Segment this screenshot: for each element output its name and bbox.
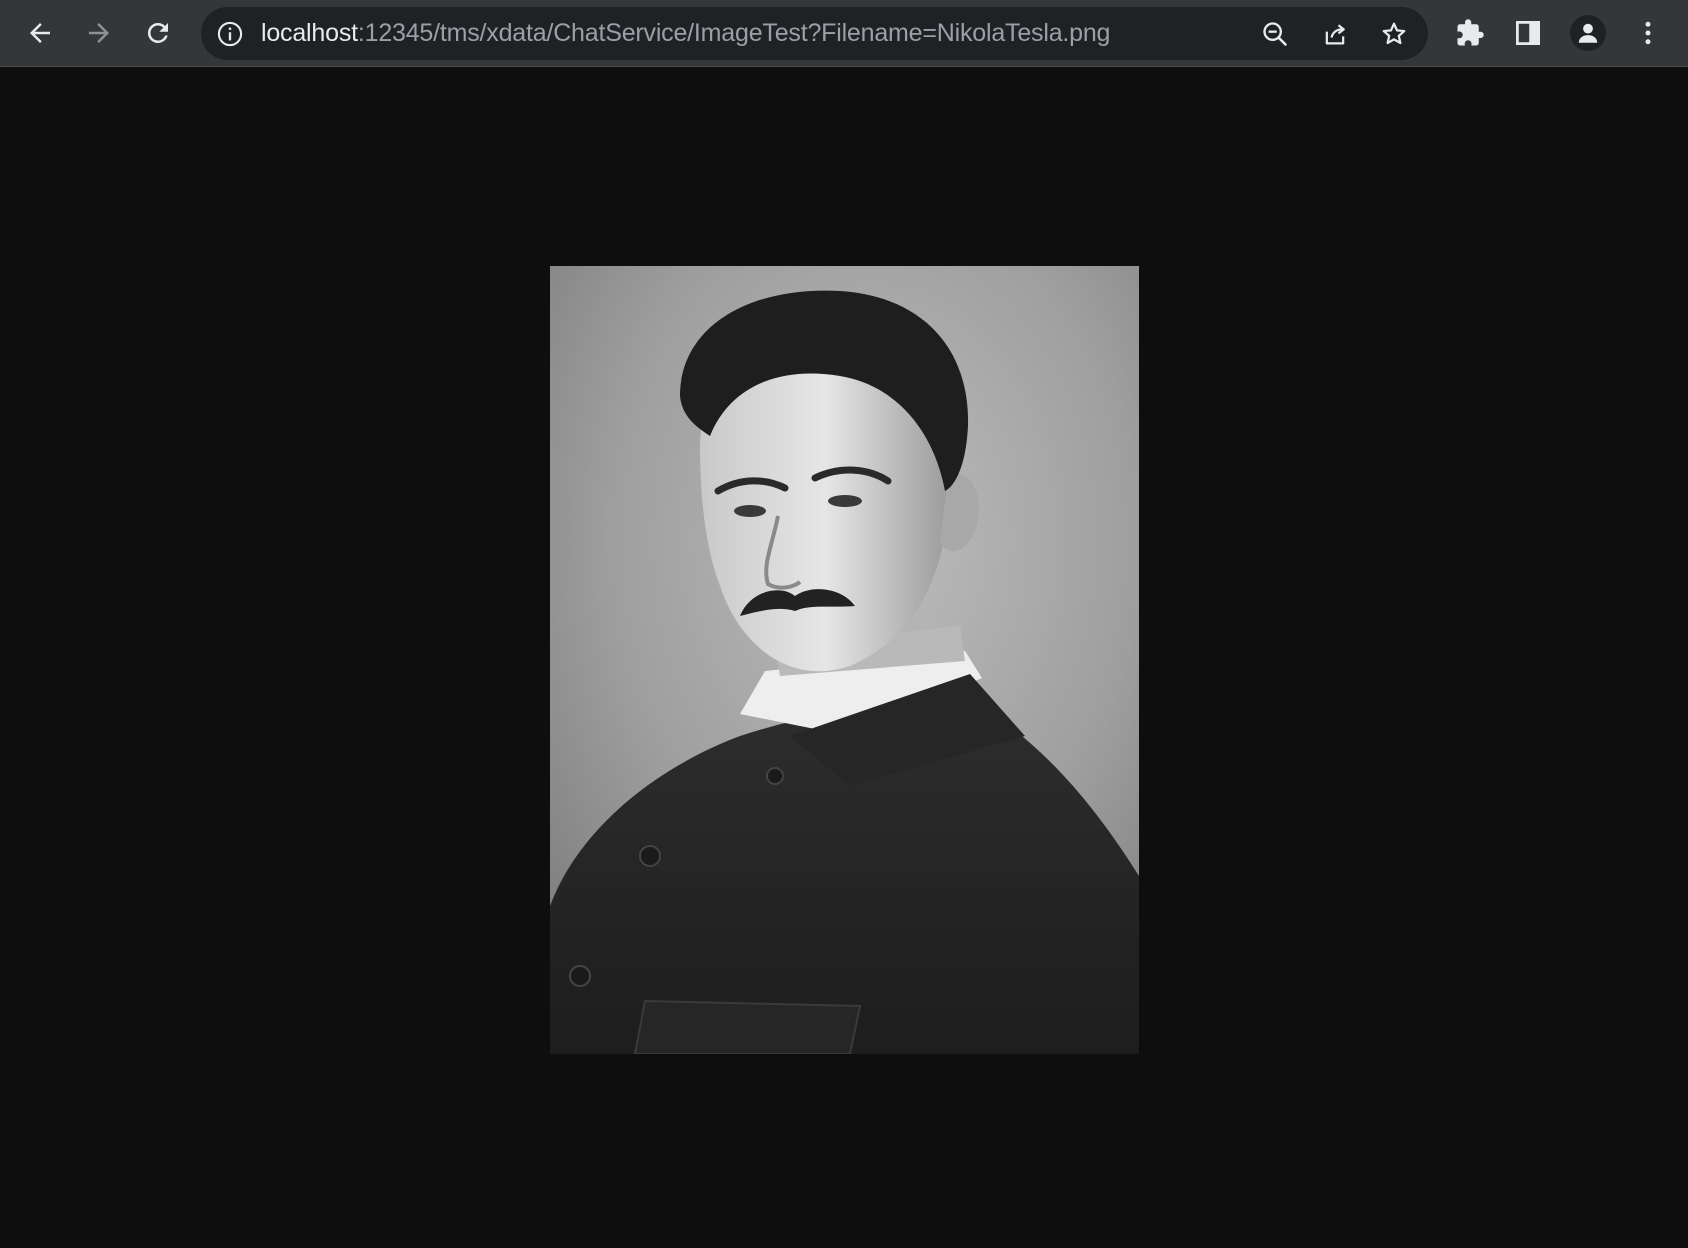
forward-button[interactable] [75,9,123,57]
share-button[interactable] [1316,15,1354,53]
browser-toolbar: localhost:12345/tms/xdata/ChatService/Im… [0,0,1688,67]
side-panel-icon [1516,21,1540,45]
star-icon [1382,22,1406,45]
portrait-image[interactable] [550,266,1139,1054]
page-content [0,67,1688,1248]
arrow-left-icon [30,23,50,43]
url-path: :12345/tms/xdata/ChatService/ImageTest?F… [357,19,1111,47]
portrait-photo [550,266,1139,1054]
url-host: localhost [261,19,358,47]
share-icon [1325,24,1345,45]
puzzle-icon [1457,19,1484,46]
menu-button[interactable] [1624,9,1672,57]
info-icon [217,21,243,47]
address-bar[interactable]: localhost:12345/tms/xdata/ChatService/Im… [201,7,1428,60]
side-panel-button[interactable] [1504,9,1552,57]
reload-icon [147,22,168,43]
zoom-out-icon [1263,22,1287,46]
bookmark-button[interactable] [1375,15,1413,53]
back-button[interactable] [16,9,64,57]
avatar [1570,15,1606,51]
extensions-button[interactable] [1446,9,1494,57]
site-info-button[interactable] [215,19,245,49]
zoom-button[interactable] [1256,15,1294,53]
reload-button[interactable] [134,9,182,57]
arrow-right-icon [89,23,109,43]
profile-button[interactable] [1564,9,1612,57]
kebab-menu-icon [1645,21,1651,45]
url-text[interactable]: localhost:12345/tms/xdata/ChatService/Im… [261,7,1110,60]
profile-icon [1578,23,1598,43]
